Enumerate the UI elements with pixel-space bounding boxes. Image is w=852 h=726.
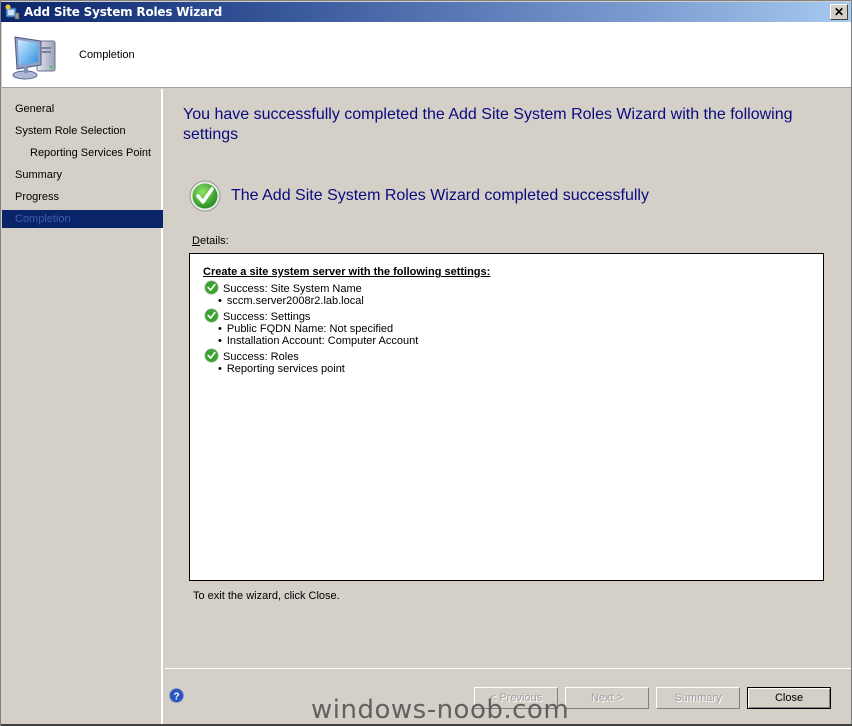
sidebar-item-system-role-selection[interactable]: System Role Selection <box>2 122 163 140</box>
detail-group-settings: Success: Settings Public FQDN Name: Not … <box>203 307 823 347</box>
detail-bullet: Public FQDN Name: Not specified <box>203 323 823 335</box>
wizard-window: Add Site System Roles Wizard ✕ Completio… <box>0 0 852 726</box>
detail-status: Success: Settings <box>204 307 823 323</box>
detail-bullet: Reporting services point <box>203 363 823 375</box>
help-icon[interactable]: ? <box>169 688 184 703</box>
next-button[interactable]: Next > <box>565 687 649 709</box>
detail-status: Success: Roles <box>204 347 823 363</box>
watermark: windows-noob.com <box>311 695 570 725</box>
close-window-button[interactable]: ✕ <box>830 4 848 20</box>
footer-divider <box>165 668 851 670</box>
svg-text:?: ? <box>173 691 179 702</box>
success-banner: The Add Site System Roles Wizard complet… <box>189 180 649 212</box>
completion-heading: You have successfully completed the Add … <box>183 106 793 143</box>
success-check-icon <box>189 180 221 212</box>
detail-group-roles: Success: Roles Reporting services point <box>203 347 823 375</box>
success-check-icon <box>204 307 219 323</box>
details-panel[interactable]: Create a site system server with the fol… <box>189 253 824 581</box>
close-button[interactable]: Close <box>747 687 831 709</box>
window-title: Add Site System Roles Wizard <box>24 5 223 19</box>
detail-bullet: Installation Account: Computer Account <box>203 335 823 347</box>
detail-group-site-system-name: Success: Site System Name sccm.server200… <box>203 279 823 307</box>
success-check-icon <box>204 279 219 295</box>
sidebar-item-completion[interactable]: Completion <box>2 210 163 228</box>
sidebar-item-summary[interactable]: Summary <box>2 166 163 184</box>
summary-button[interactable]: Summary <box>656 687 740 709</box>
sidebar-item-general[interactable]: General <box>2 100 163 118</box>
exit-instruction: To exit the wizard, click Close. <box>193 590 340 602</box>
wizard-navigation: General System Role Selection Reporting … <box>2 89 163 725</box>
details-heading: Create a site system server with the fol… <box>203 266 491 278</box>
wizard-content: You have successfully completed the Add … <box>165 89 851 669</box>
success-message: The Add Site System Roles Wizard complet… <box>231 187 649 204</box>
success-check-icon <box>204 347 219 363</box>
detail-bullet: sccm.server2008r2.lab.local <box>203 295 823 307</box>
title-bar[interactable]: Add Site System Roles Wizard ✕ <box>1 2 851 22</box>
sidebar-item-progress[interactable]: Progress <box>2 188 163 206</box>
sidebar-item-reporting-services-point[interactable]: Reporting Services Point <box>2 144 163 162</box>
close-icon: ✕ <box>833 5 845 19</box>
wizard-app-icon <box>4 4 20 20</box>
details-label-text: etails: <box>199 235 229 247</box>
details-label-accelerator: D <box>192 235 200 247</box>
detail-status: Success: Site System Name <box>204 279 823 295</box>
computer-icon <box>11 31 63 83</box>
page-title: Completion <box>79 49 135 61</box>
details-label: Details: <box>192 235 229 247</box>
wizard-header: Completion <box>2 22 851 88</box>
